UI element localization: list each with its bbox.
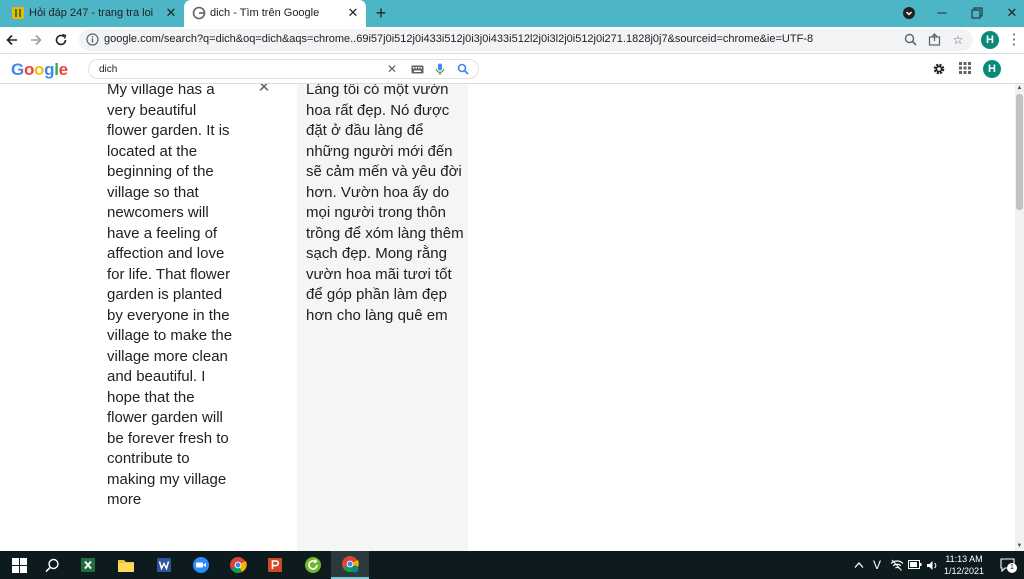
excel-icon[interactable] [69,551,107,579]
chrome-profile-icon[interactable] [331,551,369,579]
system-clock[interactable]: 11:13 AM 1/12/2021 [934,553,994,577]
show-hidden-icons-icon[interactable] [852,557,866,573]
new-tab-button[interactable]: + [372,4,390,22]
browser-menu-icon[interactable]: ⋮ [1005,31,1023,49]
zoom-search-icon[interactable] [903,33,917,47]
google-logo[interactable]: Google [11,60,68,80]
close-tab-icon[interactable]: ✕ [346,6,360,20]
source-text-panel[interactable]: My village has a very beautiful flower g… [98,84,278,551]
clock-time: 11:13 AM [945,554,983,564]
google-favicon-icon [192,6,206,20]
scroll-up-arrow-icon[interactable]: ▲ [1016,84,1023,92]
tab-title: Hỏi đáp 247 - trang tra loi [29,7,154,19]
windows-taskbar: V 11:13 AM 1/12/2021 1 [0,551,1024,579]
minimize-icon[interactable]: ─ [933,4,951,22]
clear-source-icon[interactable]: ✕ [256,84,272,96]
close-tab-icon[interactable]: ✕ [164,6,178,20]
taskbar-search-icon[interactable] [33,551,71,579]
notification-badge: 1 [1007,563,1017,573]
hoidap-favicon-icon [11,6,25,20]
wifi-icon[interactable] [889,557,905,573]
back-arrow-icon[interactable] [3,31,21,49]
translated-text-panel: Làng tôi có một vườn hoa rất đẹp. Nó đượ… [297,84,468,551]
source-text[interactable]: My village has a very beautiful flower g… [107,84,235,511]
scrollbar-thumb[interactable] [1016,94,1023,210]
clock-date: 1/12/2021 [943,566,985,576]
google-search-box[interactable]: ✕ [88,59,479,79]
translated-text: Làng tôi có một vườn hoa rất đẹp. Nó đượ… [306,84,464,324]
browser-profile-avatar[interactable]: H [981,31,999,49]
tab-hoidap[interactable]: Hỏi đáp 247 - trang tra loi ✕ [0,0,185,27]
maximize-icon[interactable] [968,4,986,22]
info-icon[interactable] [86,33,99,46]
tab-search-icon[interactable] [900,4,918,22]
tab-title: dich - Tìm trên Google [210,7,320,19]
battery-icon[interactable] [907,557,923,573]
search-icon[interactable] [456,62,470,76]
notifications-icon[interactable]: 1 [998,557,1018,573]
powerpoint-icon[interactable] [256,551,294,579]
google-account-avatar[interactable]: H [983,60,1001,78]
forward-arrow-icon[interactable] [27,31,45,49]
close-window-icon[interactable]: ✕ [1003,4,1021,22]
search-input[interactable] [99,62,379,76]
tab-google-search[interactable]: dich - Tìm trên Google ✕ [184,0,366,27]
scroll-down-arrow-icon[interactable]: ▼ [1016,542,1023,550]
share-icon[interactable] [927,33,941,47]
reload-icon[interactable] [52,31,70,49]
address-bar[interactable]: google.com/search?q=dich&oq=dich&aqs=chr… [79,29,973,51]
page-scrollbar[interactable]: ▲ ▼ [1015,84,1024,551]
zoom-meeting-icon[interactable] [182,551,220,579]
url-text: google.com/search?q=dich&oq=dich&aqs=chr… [104,33,814,45]
word-icon[interactable] [145,551,183,579]
refresh-app-icon[interactable] [294,551,332,579]
voice-search-icon[interactable] [433,62,447,76]
google-header: Google ✕ H [0,54,1024,84]
file-explorer-icon[interactable] [107,551,145,579]
translate-result-area: My village has a very beautiful flower g… [0,84,1015,551]
input-language-indicator[interactable]: V [870,557,884,573]
apps-grid-icon[interactable] [958,62,972,76]
browser-toolbar: google.com/search?q=dich&oq=dich&aqs=chr… [0,27,1024,54]
clear-search-icon[interactable]: ✕ [385,62,399,76]
bookmark-star-icon[interactable]: ☆ [951,33,965,47]
keyboard-icon[interactable] [410,62,424,76]
chrome-icon[interactable] [219,551,257,579]
tab-strip: Hỏi đáp 247 - trang tra loi ✕ dich - Tìm… [0,0,1024,27]
settings-gear-icon[interactable] [932,62,946,76]
